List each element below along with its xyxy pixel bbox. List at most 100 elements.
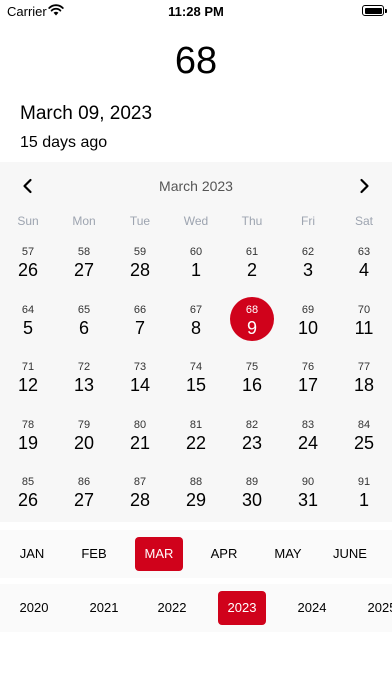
- day-cell-selected[interactable]: 68 9: [224, 296, 280, 360]
- day-of-month-label: 17: [297, 375, 319, 395]
- day-cell[interactable]: 76 17: [280, 359, 336, 417]
- day-cell[interactable]: 87 28: [112, 474, 168, 532]
- year-option-2025[interactable]: 2025: [358, 591, 392, 625]
- day-of-year-label: 90: [301, 476, 315, 488]
- day-cell[interactable]: 61 2: [224, 244, 280, 302]
- day-cell[interactable]: 90 31: [280, 474, 336, 532]
- day-of-year-label: 83: [301, 418, 315, 431]
- year-option-2023[interactable]: 2023: [218, 591, 266, 625]
- day-cell[interactable]: 91 1: [336, 474, 392, 532]
- day-cell[interactable]: 74 15: [168, 359, 224, 417]
- selected-date-title: March 09, 2023: [20, 103, 153, 124]
- day-of-month-label: 8: [190, 317, 201, 338]
- day-of-year-label: 60: [189, 246, 203, 258]
- day-of-year-label: 82: [245, 418, 259, 431]
- day-of-year-label: 64: [21, 303, 35, 316]
- day-cell[interactable]: 81 22: [168, 417, 224, 475]
- day-of-year-label: 89: [245, 476, 259, 488]
- month-option-jan[interactable]: JAN: [8, 537, 56, 571]
- day-of-year-label: 84: [357, 418, 371, 431]
- weekday-label: Sun: [17, 214, 39, 228]
- day-of-month-label: 2: [246, 260, 257, 280]
- year-option-2022[interactable]: 2022: [148, 591, 196, 625]
- day-cell[interactable]: 63 4: [336, 244, 392, 302]
- battery-icon: [362, 5, 387, 16]
- day-cell[interactable]: 86 27: [56, 474, 112, 532]
- day-of-year-label: 59: [133, 246, 147, 258]
- day-cell[interactable]: 70 11: [336, 302, 392, 360]
- day-of-month-label: 6: [78, 317, 89, 338]
- day-cell[interactable]: 57 26: [0, 244, 56, 302]
- weekday-label: Fri: [301, 214, 315, 228]
- weekday-header-row: Sun Mon Tue Wed Thu Fri Sat: [0, 214, 392, 228]
- day-of-month-label: 20: [73, 432, 95, 453]
- day-of-year-label: 61: [245, 246, 259, 258]
- day-cell[interactable]: 79 20: [56, 417, 112, 475]
- chevron-right-icon[interactable]: [354, 176, 374, 196]
- month-option-mar[interactable]: MAR: [135, 537, 183, 571]
- day-cell[interactable]: 58 27: [56, 244, 112, 302]
- day-of-month-label: 18: [353, 375, 375, 395]
- day-cell[interactable]: 89 30: [224, 474, 280, 532]
- month-option-may[interactable]: MAY: [264, 537, 312, 571]
- year-option-2021[interactable]: 2021: [80, 591, 128, 625]
- day-of-year-label: 63: [357, 246, 371, 258]
- day-cell[interactable]: 85 26: [0, 474, 56, 532]
- day-cell[interactable]: 73 14: [112, 359, 168, 417]
- day-cell[interactable]: 60 1: [168, 244, 224, 302]
- week-row: 71 12 72 13 73 14 74 15 75 16 76 17 77 18: [0, 359, 392, 417]
- day-cell[interactable]: 59 28: [112, 244, 168, 302]
- day-cell[interactable]: 88 29: [168, 474, 224, 532]
- day-of-year-label: 57: [21, 246, 35, 258]
- month-option-june[interactable]: JUNE: [326, 537, 374, 571]
- month-option-apr[interactable]: APR: [200, 537, 248, 571]
- day-of-month-label: 7: [134, 317, 145, 338]
- day-of-month-label: 30: [241, 490, 263, 510]
- day-of-month-label: 31: [297, 490, 319, 510]
- day-cell[interactable]: 65 6: [56, 302, 112, 360]
- day-of-month-label: 27: [73, 260, 95, 280]
- day-cell[interactable]: 72 13: [56, 359, 112, 417]
- day-cell[interactable]: 64 5: [0, 302, 56, 360]
- day-cell[interactable]: 66 7: [112, 302, 168, 360]
- day-of-year-label: 62: [301, 246, 315, 258]
- day-of-year-label: 75: [245, 361, 259, 373]
- day-cell[interactable]: 82 23: [224, 417, 280, 475]
- weekday-label: Sat: [354, 214, 373, 228]
- calendar: March 2023 Sun Mon Tue Wed Thu Fri Sat 57 26 58 2…: [0, 162, 392, 522]
- weekday-label: Thu: [241, 214, 263, 228]
- day-cell[interactable]: 78 19: [0, 417, 56, 475]
- day-cell[interactable]: 80 21: [112, 417, 168, 475]
- day-of-month-label: 24: [297, 432, 319, 453]
- year-option-2024[interactable]: 2024: [288, 591, 336, 625]
- day-cell[interactable]: 75 16: [224, 359, 280, 417]
- weekday-label: Tue: [129, 214, 151, 228]
- day-of-month-label: 10: [297, 317, 319, 338]
- day-of-month-label: 5: [22, 317, 33, 338]
- day-cell[interactable]: 77 18: [336, 359, 392, 417]
- day-cell[interactable]: 83 24: [280, 417, 336, 475]
- day-cell[interactable]: 69 10: [280, 302, 336, 360]
- day-of-year-label: 79: [77, 418, 91, 431]
- day-cell[interactable]: 84 25: [336, 417, 392, 475]
- weekday-label: Mon: [72, 214, 96, 228]
- day-of-month-label: 3: [302, 260, 313, 280]
- day-of-month-label: 22: [185, 432, 207, 453]
- month-option-feb[interactable]: FEB: [70, 537, 118, 571]
- day-of-year-label: 58: [77, 246, 91, 258]
- day-of-month-label: 21: [129, 432, 151, 453]
- weekday-label: Wed: [183, 214, 209, 228]
- day-of-month-label: 1: [190, 260, 201, 280]
- month-selector: JAN FEB MAR APR MAY JUNE: [0, 530, 392, 578]
- day-of-year-label: 69: [301, 303, 315, 316]
- day-cell[interactable]: 62 3: [280, 244, 336, 302]
- week-row: 85 26 86 27 87 28 88 29 89 30 90 31 91 1: [0, 474, 392, 532]
- day-of-month-label: 26: [17, 490, 39, 510]
- day-of-month-label: 12: [17, 375, 39, 395]
- day-cell[interactable]: 71 12: [0, 359, 56, 417]
- day-of-month-label: 28: [129, 490, 151, 510]
- year-option-2020[interactable]: 2020: [10, 591, 58, 625]
- day-of-year-label: 80: [133, 418, 147, 431]
- day-cell[interactable]: 67 8: [168, 302, 224, 360]
- day-of-month-label: 11: [354, 317, 374, 338]
